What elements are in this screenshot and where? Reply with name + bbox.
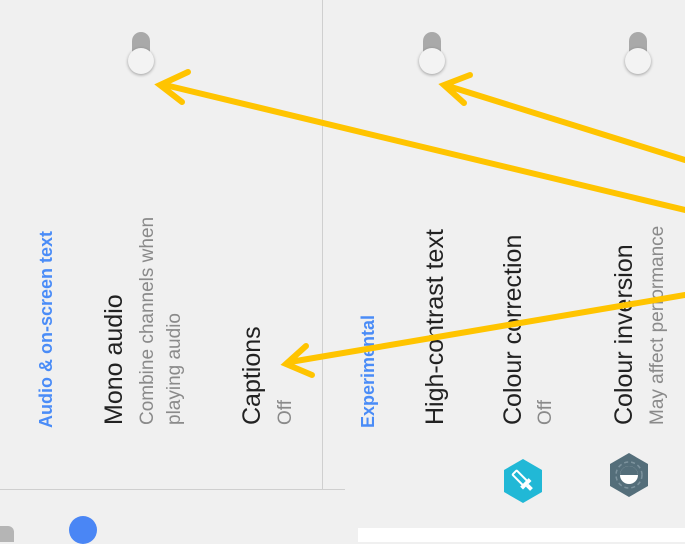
- bottom-divider: [0, 489, 345, 490]
- toggle-thumb: [128, 48, 154, 74]
- captions-subtitle: Off: [275, 400, 296, 425]
- mono-audio-subtitle-line2: playing audio: [164, 313, 185, 425]
- radio-indicator[interactable]: [69, 516, 97, 544]
- mono-audio-toggle[interactable]: [128, 32, 154, 78]
- mono-audio-title: Mono audio: [100, 294, 128, 425]
- arrow-head: [154, 69, 191, 105]
- colour-inversion-subtitle: May affect performance: [647, 225, 668, 425]
- arrow-head: [280, 343, 315, 378]
- annotation-arrows: [154, 69, 685, 378]
- column-divider: [322, 0, 323, 490]
- partial-toggle-edge: [0, 526, 14, 542]
- captions-title: Captions: [238, 326, 266, 425]
- high-contrast-toggle[interactable]: [419, 32, 445, 78]
- invert-icon: [606, 452, 652, 498]
- arrow-head: [438, 72, 473, 106]
- section-title-audio: Audio & on-screen text: [36, 230, 56, 428]
- eyedropper-icon: [500, 458, 546, 504]
- bottom-panel: [358, 528, 685, 542]
- toggle-thumb: [419, 48, 445, 74]
- high-contrast-title: High-contrast text: [421, 229, 449, 425]
- lower-area: [0, 490, 345, 542]
- colour-inversion-toggle[interactable]: [625, 32, 651, 78]
- arrow-to-mono-toggle: [162, 82, 685, 213]
- colour-correction-title: Colour correction: [499, 234, 527, 425]
- colour-inversion-title: Colour inversion: [610, 244, 638, 425]
- toggle-thumb: [625, 48, 651, 74]
- colour-correction-subtitle: Off: [535, 400, 556, 425]
- mono-audio-subtitle-line1: Combine channels when: [137, 216, 158, 425]
- arrow-to-contrast-toggle: [445, 83, 685, 163]
- section-title-experimental: Experimental: [358, 314, 378, 428]
